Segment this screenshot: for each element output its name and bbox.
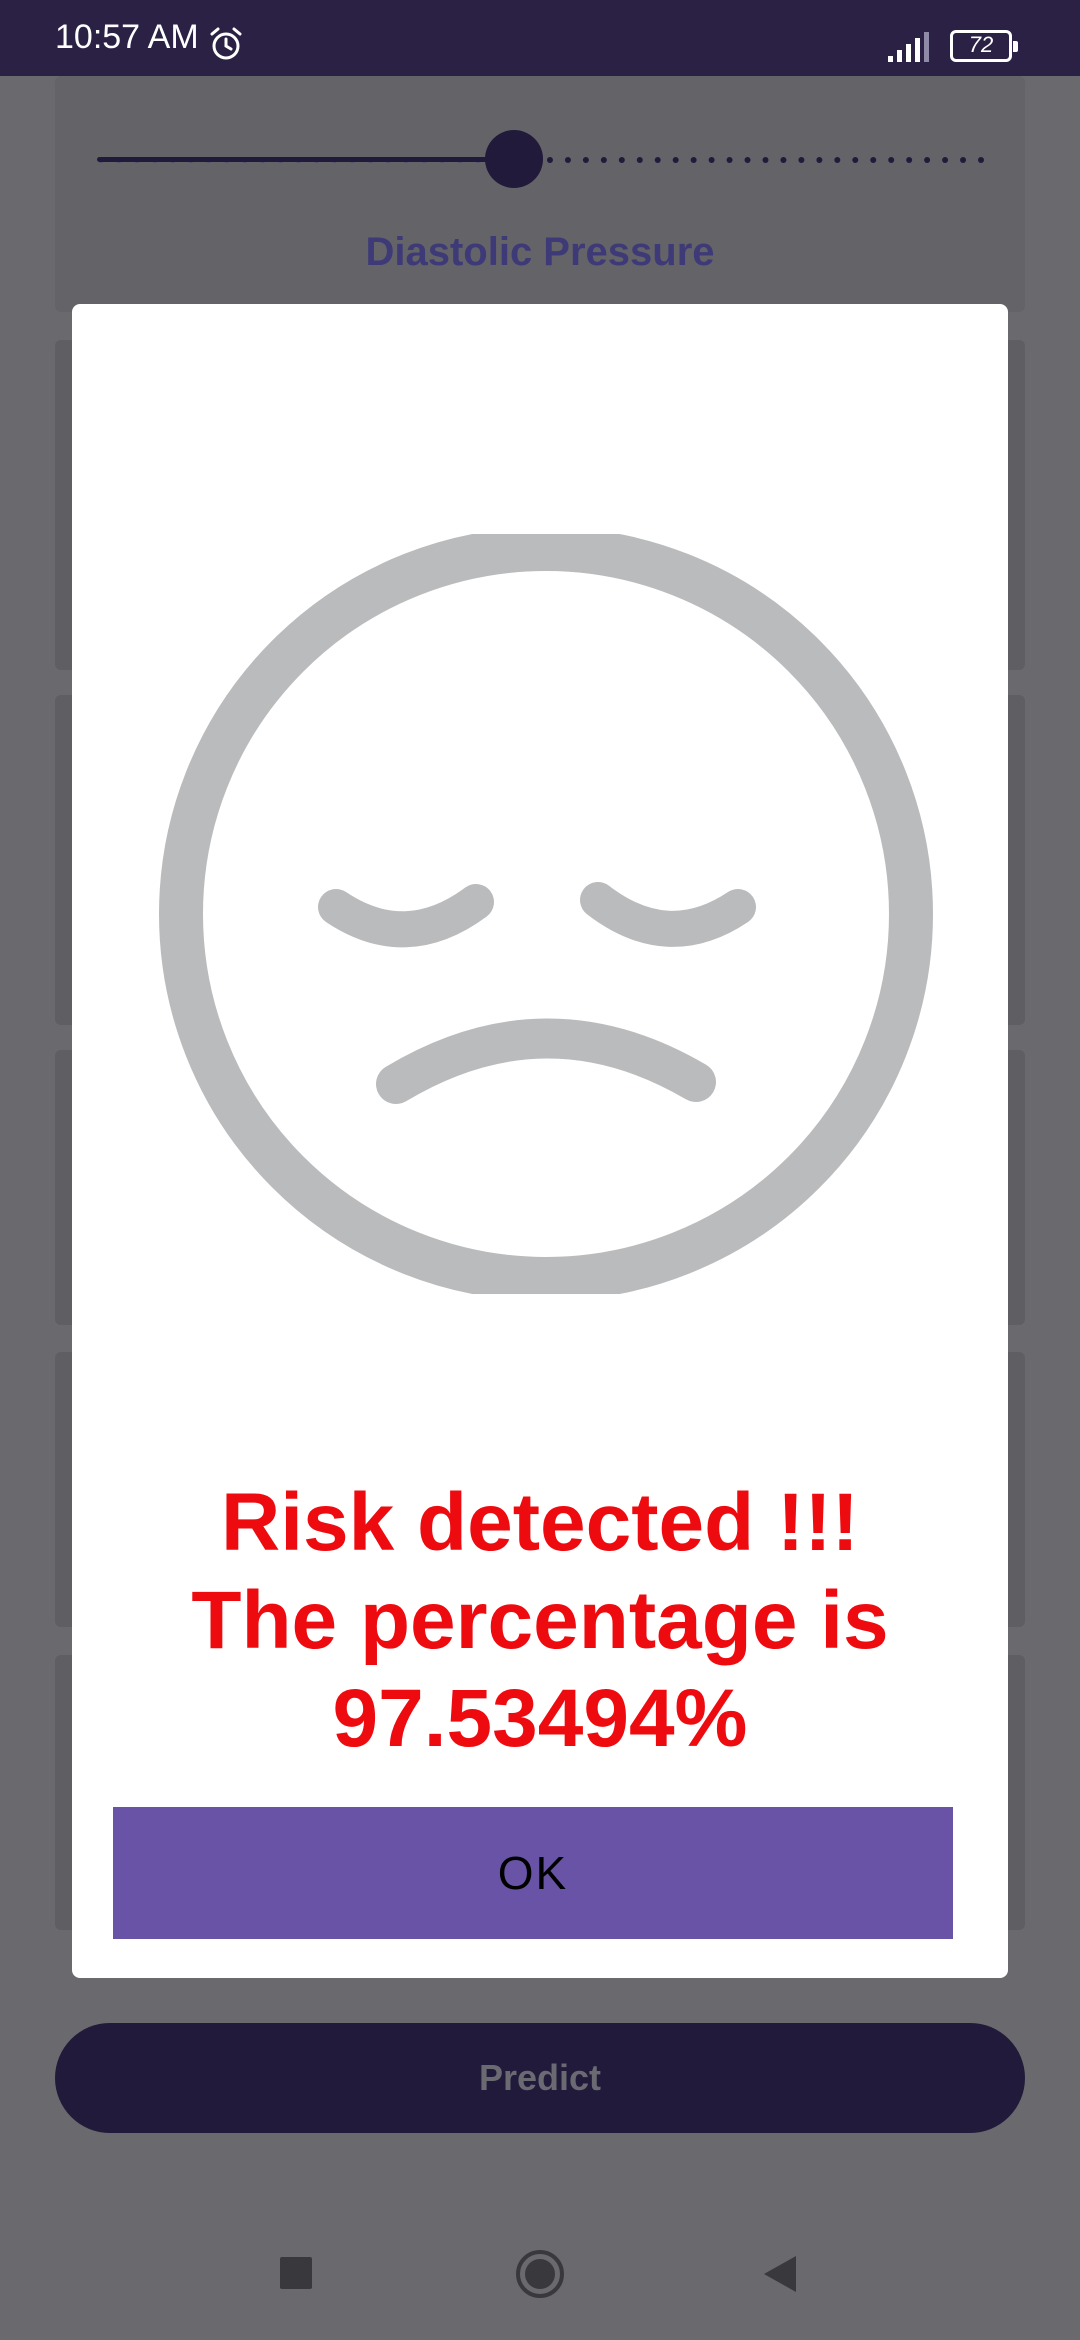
slider-thumb[interactable] [485, 130, 544, 188]
battery-icon: 72 [950, 30, 1018, 62]
risk-message-line: The percentage is [191, 1575, 889, 1666]
square-recents-icon[interactable] [280, 2257, 312, 2289]
circle-home-icon[interactable] [514, 2248, 566, 2300]
risk-result-dialog: Risk detected !!! The percentage is 97.5… [72, 304, 1008, 1978]
slider-tick [708, 157, 715, 163]
slider-tick [852, 157, 859, 163]
slider-tick [744, 157, 751, 163]
slider-tick [978, 157, 984, 163]
slider-tick [780, 157, 787, 163]
slider-active-track [97, 157, 515, 162]
slider-tick [582, 157, 589, 163]
ok-button[interactable]: OK [113, 1807, 953, 1939]
slider-tick [870, 157, 877, 163]
risk-message-line: Risk detected !!! [221, 1477, 859, 1568]
slider-tick [960, 157, 967, 163]
slider-tick [816, 157, 823, 163]
slider-tick [546, 157, 553, 163]
risk-message: Risk detected !!! The percentage is 97.5… [72, 1474, 1008, 1768]
slider-tick [654, 157, 661, 163]
triangle-back-icon[interactable] [762, 2254, 798, 2294]
slider-tick [942, 157, 949, 163]
slider-tick [672, 157, 679, 163]
slider-tick [888, 157, 895, 163]
slider-tick [834, 157, 841, 163]
battery-level: 72 [968, 32, 994, 57]
sad-face-icon [159, 534, 933, 1294]
slider-tick [636, 157, 643, 163]
slider-tick [762, 157, 769, 163]
slider-tick [924, 157, 931, 163]
slider-tick [600, 157, 607, 163]
alarm-clock-icon [210, 27, 242, 60]
slider-tick [618, 157, 625, 163]
slider-tick [726, 157, 733, 163]
predict-button[interactable]: Predict [55, 2023, 1025, 2133]
blood-pressure-slider-card [55, 76, 1025, 312]
slider-tick [690, 157, 697, 163]
cellular-signal-icon [888, 32, 929, 62]
status-time: 10:57 AM [55, 18, 199, 56]
slider-tick [906, 157, 913, 163]
slider-label: Diastolic Pressure [365, 230, 715, 274]
slider-tick [798, 157, 805, 163]
status-bar: 10:57 AM 72 [0, 0, 1080, 76]
slider-tick [564, 157, 571, 163]
risk-percentage: 97.53494% [332, 1673, 748, 1764]
